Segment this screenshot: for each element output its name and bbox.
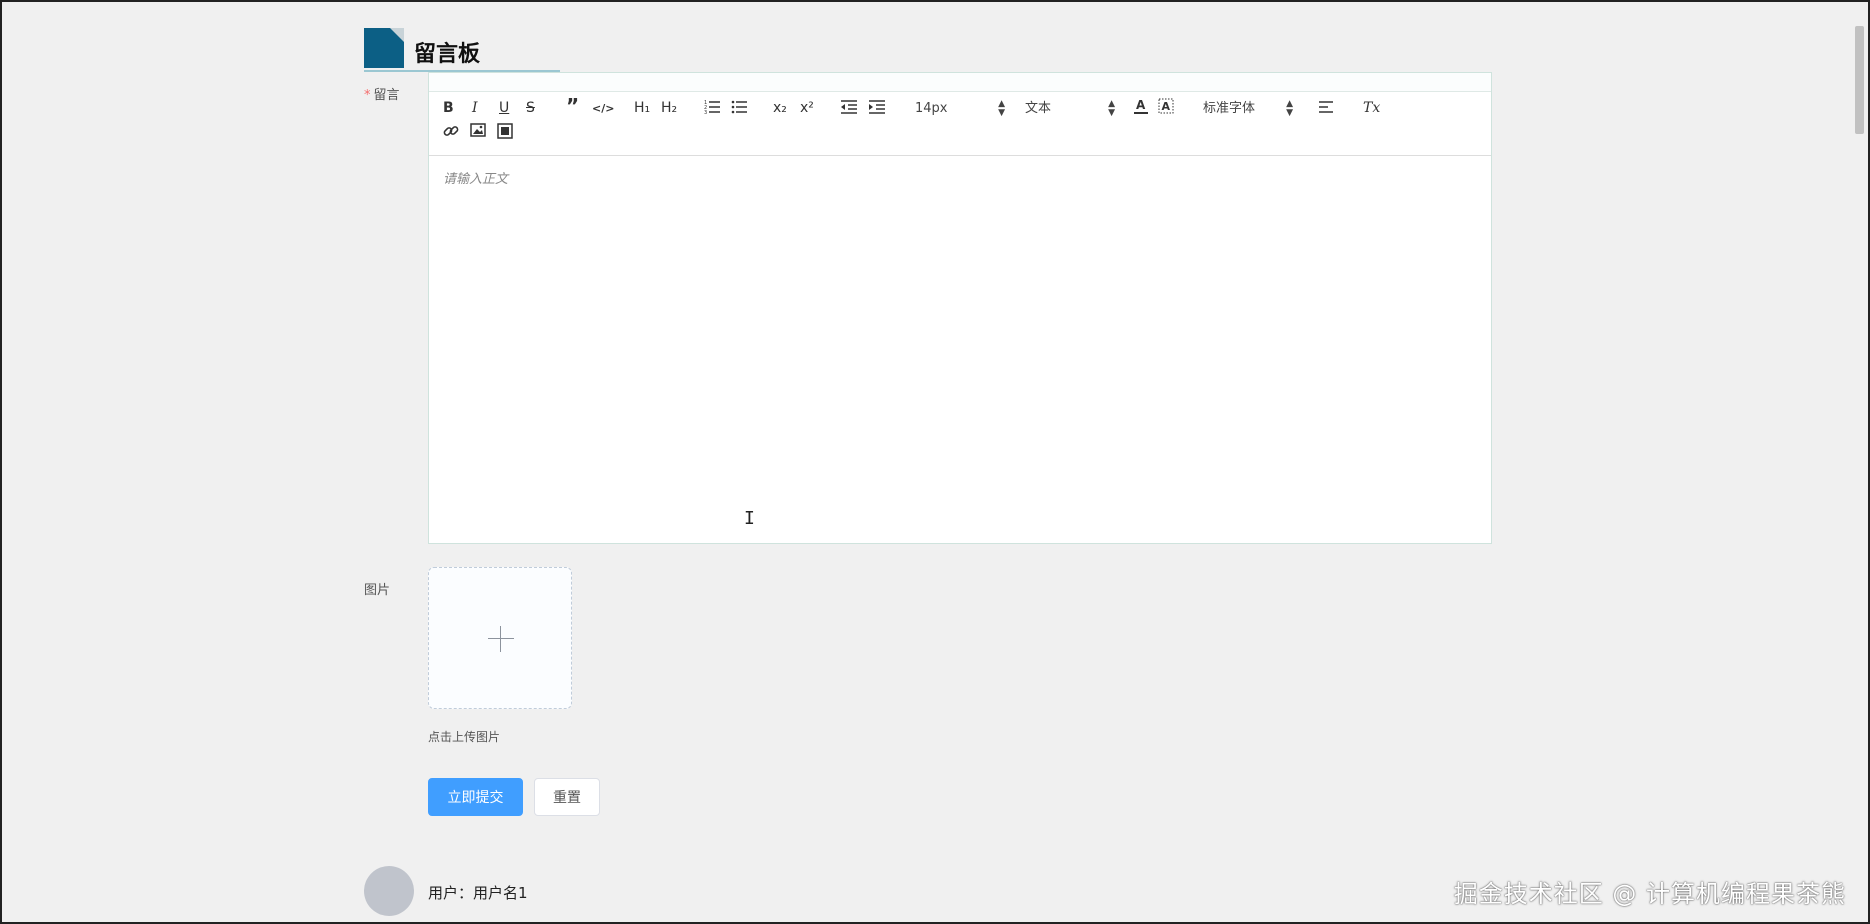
outdent-icon <box>841 100 857 114</box>
ordered-list-button[interactable]: 123 <box>704 99 720 115</box>
rich-text-editor: B I U S ” </> H₁ H₂ 123 x₂ x² 14px ▲ ▼ 文本… <box>428 72 1492 544</box>
comment-user-label: 用户：用户名1 <box>428 884 528 902</box>
svg-text:A: A <box>1136 98 1146 112</box>
code-block-button[interactable]: </> <box>592 100 614 118</box>
avatar <box>364 866 414 916</box>
outdent-button[interactable] <box>841 100 857 114</box>
picker-arrows-icon: ▲ ▼ <box>1108 99 1115 118</box>
plus-icon-horizontal <box>488 638 514 639</box>
text-cursor-icon: I <box>744 508 755 529</box>
underline-button[interactable]: U <box>499 99 509 117</box>
background-color-icon: A <box>1158 98 1174 114</box>
link-button[interactable] <box>443 123 459 139</box>
editor-top-strip <box>429 73 1491 92</box>
picker-arrows-icon: ▲ ▼ <box>1286 99 1293 118</box>
required-mark: * <box>364 88 371 103</box>
font-family-picker[interactable]: 标准字体 ▲ ▼ <box>1203 100 1293 118</box>
message-field-label: * 留言 <box>364 84 400 103</box>
picker-arrows-icon: ▲ ▼ <box>998 99 1005 118</box>
font-size-value: 14px <box>915 101 948 116</box>
page-title-block: 留言板 <box>364 28 560 72</box>
header-value: 文本 <box>1025 101 1052 116</box>
editor-placeholder: 请输入正文 <box>443 172 509 187</box>
header-picker[interactable]: 文本 ▲ ▼ <box>1025 100 1115 118</box>
font-color-icon: A <box>1134 98 1148 114</box>
blockquote-button[interactable]: ” <box>566 96 579 116</box>
align-left-icon <box>1319 101 1333 113</box>
header-1-button[interactable]: H₁ <box>634 99 650 117</box>
upload-tip: 点击上传图片 <box>428 730 501 744</box>
clean-format-button[interactable]: Tx <box>1363 99 1380 117</box>
video-icon <box>497 123 513 139</box>
bullet-list-button[interactable] <box>731 99 747 115</box>
header-2-button[interactable]: H₂ <box>661 99 677 117</box>
font-color-button[interactable]: A <box>1133 97 1149 115</box>
link-icon <box>443 126 459 136</box>
title-logo-icon <box>364 28 404 68</box>
indent-icon <box>869 100 885 114</box>
image-upload-box[interactable] <box>428 567 572 709</box>
video-button[interactable] <box>497 123 513 139</box>
background-color-button[interactable]: A <box>1158 97 1174 115</box>
editor-toolbar: B I U S ” </> H₁ H₂ 123 x₂ x² 14px ▲ ▼ 文本… <box>429 91 1491 156</box>
indent-button[interactable] <box>869 100 885 114</box>
page-scrollbar[interactable] <box>1852 4 1866 922</box>
align-button[interactable] <box>1319 100 1335 114</box>
watermark: 掘金技术社区 @ 计算机编程果茶熊 <box>1453 880 1846 908</box>
font-size-picker[interactable]: 14px ▲ ▼ <box>915 100 1005 118</box>
svg-text:A: A <box>1162 100 1171 113</box>
image-icon <box>470 123 486 137</box>
bold-button[interactable]: B <box>443 99 454 117</box>
subscript-button[interactable]: x₂ <box>773 99 787 117</box>
ordered-list-icon: 123 <box>704 100 720 115</box>
superscript-button[interactable]: x² <box>800 99 814 117</box>
svg-text:3: 3 <box>704 110 707 115</box>
message-label-text: 留言 <box>373 88 400 103</box>
reset-button[interactable]: 重置 <box>534 778 600 816</box>
page-title: 留言板 <box>414 42 481 67</box>
plus-icon <box>500 626 501 652</box>
italic-button[interactable]: I <box>472 99 478 117</box>
editor-content-area[interactable]: 请输入正文 I <box>429 156 1491 543</box>
submit-button[interactable]: 立即提交 <box>428 778 523 816</box>
scrollbar-thumb[interactable] <box>1855 26 1864 134</box>
strike-button[interactable]: S <box>526 99 535 117</box>
image-field-label: 图片 <box>364 583 391 598</box>
bullet-list-icon <box>731 100 747 114</box>
image-button[interactable] <box>470 123 486 137</box>
font-family-value: 标准字体 <box>1203 101 1256 116</box>
